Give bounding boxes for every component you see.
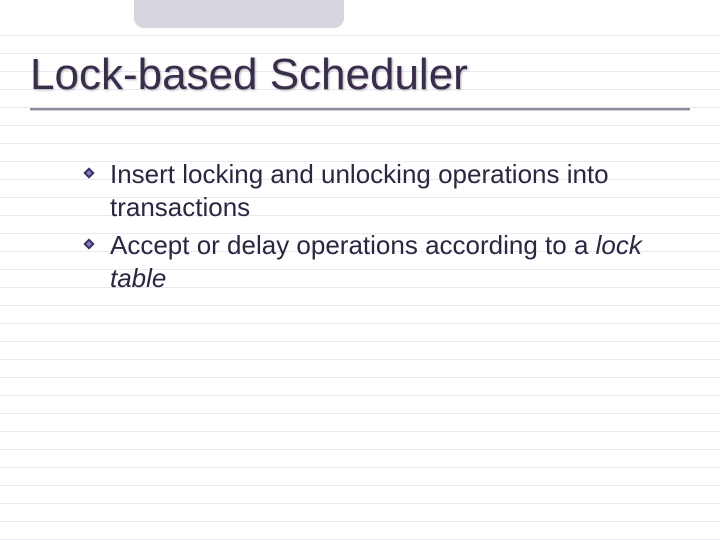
top-tab-decoration [134,0,344,28]
list-item: Accept or delay operations according to … [82,229,680,296]
diamond-bullet-icon [82,237,96,251]
slide-title: Lock-based Scheduler [30,52,690,98]
list-item-text: Accept or delay operations according to … [110,230,596,260]
title-underline [30,108,690,110]
diamond-bullet-icon [82,166,96,180]
slide: Lock-based Scheduler Insert locking and … [0,0,720,540]
title-area: Lock-based Scheduler [30,52,690,110]
list-item-text: Insert locking and unlocking operations … [110,159,609,222]
body-area: Insert locking and unlocking operations … [82,158,680,299]
list-item: Insert locking and unlocking operations … [82,158,680,225]
top-bar [0,0,720,32]
